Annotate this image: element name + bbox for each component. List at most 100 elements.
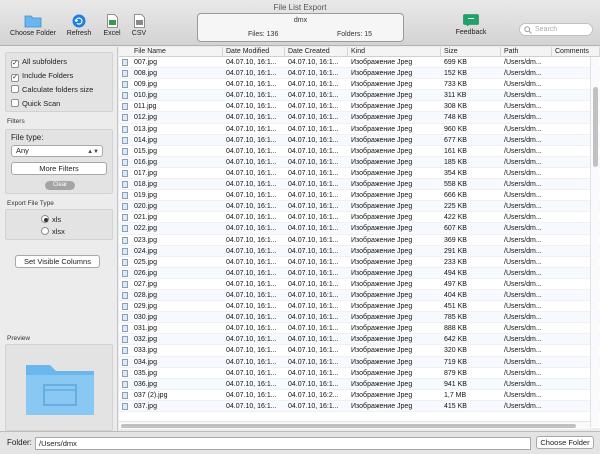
cell-date-created: 04.07.10, 16:1... <box>288 314 339 322</box>
table-row[interactable]: 037 (2).jpg 04.07.10, 16:1... 04.07.10, 16… <box>119 390 600 401</box>
column-header-path[interactable]: Path <box>501 47 552 57</box>
table-row[interactable]: 025.jpg 04.07.10, 16:1... 04.07.10, 16:1..… <box>119 257 600 268</box>
table-row[interactable]: 026.jpg 04.07.10, 16:1... 04.07.10, 16:1..… <box>119 267 600 279</box>
filters-section-title: Filters <box>7 118 25 125</box>
cell-path: /Users/dm... <box>504 358 542 366</box>
horizontal-scrollbar[interactable] <box>119 421 590 429</box>
table-row[interactable]: 032.jpg 04.07.10, 16:1... 04.07.10, 16:1..… <box>119 334 600 346</box>
table-row[interactable]: 011.jpg 04.07.10, 16:1... 04.07.10, 16:1..… <box>119 101 600 113</box>
table-row[interactable]: 018.jpg 04.07.10, 16:1... 04.07.10, 16:1..… <box>119 179 600 191</box>
cell-kind: Изображение Jpeg <box>351 247 413 255</box>
cell-path: /Users/dm... <box>504 336 542 344</box>
csv-export-button[interactable]: CSV <box>129 14 149 37</box>
cell-date-modified: 04.07.10, 16:1... <box>226 336 277 344</box>
table-row[interactable]: 010.jpg 04.07.10, 16:1... 04.07.10, 16:1..… <box>119 90 600 102</box>
file-type-select[interactable]: Any ▲▼ <box>11 145 103 157</box>
cell-file-name: 027.jpg <box>134 280 157 288</box>
file-type-label: File type: <box>11 133 44 142</box>
table-row[interactable]: 031.jpg 04.07.10, 16:1... 04.07.10, 16:1..… <box>119 323 600 335</box>
table-row[interactable]: 016.jpg 04.07.10, 16:1... 04.07.10, 16:1..… <box>119 156 600 168</box>
clear-filters-button[interactable]: Clear <box>45 181 75 190</box>
table-row[interactable]: 034.jpg 04.07.10, 16:1... 04.07.10, 16:1..… <box>119 356 600 368</box>
more-filters-button[interactable]: More Filters <box>11 162 107 175</box>
cell-date-created: 04.07.10, 16:1... <box>288 103 339 111</box>
scan-options: ✓ All subfolders ✓ Include Folders Calcula… <box>5 52 113 112</box>
table-row[interactable]: 009.jpg 04.07.10, 16:1... 04.07.10, 16:1..… <box>119 79 600 91</box>
checkbox-empty-icon <box>11 85 19 93</box>
cell-size: 161 KB <box>444 147 467 155</box>
calculate-folders-size-checkbox[interactable]: Calculate folders size <box>11 85 93 95</box>
all-subfolders-checkbox[interactable]: ✓ All subfolders <box>11 57 67 68</box>
cell-date-modified: 04.07.10, 16:1... <box>226 358 277 366</box>
window-title: File List Export <box>273 3 327 12</box>
table-row[interactable]: 036.jpg 04.07.10, 16:1... 04.07.10, 16:1..… <box>119 378 600 390</box>
table-row[interactable]: 019.jpg 04.07.10, 16:1... 04.07.10, 16:1..… <box>119 190 600 202</box>
table-row[interactable]: 023.jpg 04.07.10, 16:1... 04.07.10, 16:1..… <box>119 235 600 246</box>
jpeg-file-icon <box>122 269 128 277</box>
horizontal-scroll-thumb[interactable] <box>121 424 576 428</box>
cell-size: 642 KB <box>444 336 467 344</box>
cell-file-name: 033.jpg <box>134 347 157 355</box>
cell-path: /Users/dm... <box>504 158 542 166</box>
cell-kind: Изображение Jpeg <box>351 114 413 122</box>
table-row[interactable]: 027.jpg 04.07.10, 16:1... 04.07.10, 16:1..… <box>119 279 600 290</box>
cell-file-name: 036.jpg <box>134 380 157 388</box>
table-row[interactable]: 029.jpg 04.07.10, 16:1... 04.07.10, 16:1..… <box>119 301 600 313</box>
table-row[interactable]: 028.jpg 04.07.10, 16:1... 04.07.10, 16:1..… <box>119 289 600 302</box>
column-header-size[interactable]: Size <box>441 47 501 57</box>
stepper-arrows-icon: ▲▼ <box>87 149 99 155</box>
column-header-date-modified[interactable]: Date Modified <box>223 47 285 57</box>
cell-size: 308 KB <box>444 103 467 111</box>
xlsx-radio[interactable]: xlsx <box>41 227 65 236</box>
set-visible-columns-button[interactable]: Set Visible Columns <box>15 255 100 268</box>
search-field[interactable]: Search <box>519 23 593 36</box>
table-row[interactable]: 012.jpg 04.07.10, 16:1... 04.07.10, 16:1..… <box>119 112 600 124</box>
vertical-scroll-thumb[interactable] <box>593 87 598 167</box>
radio-empty-icon <box>41 227 49 235</box>
table-row[interactable]: 021.jpg 04.07.10, 16:1... 04.07.10, 16:1..… <box>119 212 600 224</box>
cell-date-modified: 04.07.10, 16:1... <box>226 103 277 111</box>
table-row[interactable]: 030.jpg 04.07.10, 16:1... 04.07.10, 16:1..… <box>119 312 600 324</box>
table-row[interactable]: 013.jpg 04.07.10, 16:1... 04.07.10, 16:1..… <box>119 124 600 135</box>
table-row[interactable]: 015.jpg 04.07.10, 16:1... 04.07.10, 16:1..… <box>119 146 600 157</box>
table-row[interactable]: 008.jpg 04.07.10, 16:1... 04.07.10, 16:1..… <box>119 68 600 80</box>
column-header-date-created[interactable]: Date Created <box>285 47 348 57</box>
table-row[interactable]: 017.jpg 04.07.10, 16:1... 04.07.10, 16:1..… <box>119 168 600 180</box>
folder-path-field[interactable]: /Users/dmx <box>35 437 531 450</box>
table-row[interactable]: 020.jpg 04.07.10, 16:1... 04.07.10, 16:1..… <box>119 201 600 213</box>
table-row[interactable]: 007.jpg 04.07.10, 16:1... 04.07.10, 16:1..… <box>119 57 600 69</box>
jpeg-file-icon <box>122 336 128 344</box>
refresh-icon <box>72 14 86 28</box>
quick-scan-checkbox[interactable]: Quick Scan <box>11 99 60 109</box>
table-row[interactable]: 022.jpg 04.07.10, 16:1... 04.07.10, 16:1..… <box>119 223 600 235</box>
cell-kind: Изображение Jpeg <box>351 280 413 288</box>
cell-date-created: 04.07.10, 16:1... <box>288 114 339 122</box>
jpeg-file-icon <box>122 380 128 388</box>
column-header-file-name[interactable]: File Name <box>131 47 223 57</box>
table-row[interactable]: 024.jpg 04.07.10, 16:1... 04.07.10, 16:1..… <box>119 245 600 257</box>
cell-path: /Users/dm... <box>504 169 542 177</box>
choose-folder-button[interactable]: Choose Folder <box>8 14 58 37</box>
cell-date-modified: 04.07.10, 16:1... <box>226 136 277 144</box>
table-row[interactable]: 037.jpg 04.07.10, 16:1... 04.07.10, 16:1..… <box>119 400 600 412</box>
cell-path: /Users/dm... <box>504 114 542 122</box>
cell-path: /Users/dm... <box>504 81 542 89</box>
xls-radio[interactable]: xls <box>41 215 61 224</box>
excel-export-button[interactable]: Excel <box>101 14 123 37</box>
include-folders-checkbox[interactable]: ✓ Include Folders <box>11 71 73 82</box>
xls-label: xls <box>52 215 62 224</box>
table-row[interactable]: 014.jpg 04.07.10, 16:1... 04.07.10, 16:1..… <box>119 134 600 146</box>
table-row[interactable]: 033.jpg 04.07.10, 16:1... 04.07.10, 16:1..… <box>119 345 600 357</box>
refresh-button[interactable]: Refresh <box>64 14 94 37</box>
feedback-button[interactable]: Feedback <box>453 14 489 36</box>
vertical-scrollbar[interactable] <box>590 57 599 427</box>
bottom-choose-folder-button[interactable]: Choose Folder <box>536 436 594 449</box>
cell-size: 666 KB <box>444 192 467 200</box>
column-header-comments[interactable]: Comments <box>552 47 600 57</box>
table-row[interactable]: 035.jpg 04.07.10, 16:1... 04.07.10, 16:1..… <box>119 368 600 379</box>
table-body: 007.jpg 04.07.10, 16:1... 04.07.10, 16:1..… <box>119 57 600 412</box>
cell-kind: Изображение Jpeg <box>351 291 413 299</box>
column-header-kind[interactable]: Kind <box>348 47 441 57</box>
cell-date-created: 04.07.10, 16:1... <box>288 336 339 344</box>
jpeg-file-icon <box>122 325 128 333</box>
